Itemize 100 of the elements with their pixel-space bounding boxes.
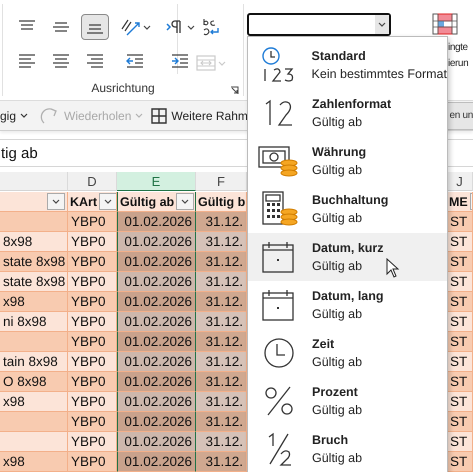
column-header[interactable]: J (447, 172, 473, 191)
table-cell: ST (447, 212, 473, 232)
align-center-icon (51, 53, 71, 69)
table-cell: YBP0 (68, 312, 117, 332)
table-cell: YBP0 (68, 352, 117, 372)
table-cell: ST (447, 252, 473, 272)
menu-item[interactable]: Prozent Gültig ab (248, 377, 447, 425)
table-cell: YBP0 (68, 412, 117, 432)
table-cell: 31.12. (196, 232, 247, 252)
borders-button[interactable]: Weitere Rahm (151, 108, 248, 124)
dialog-launcher-icon[interactable] (230, 86, 239, 95)
table-cell: 31.12. (196, 432, 247, 452)
table-cell: 31.12. (196, 292, 247, 312)
menu-item[interactable]: Buchhaltung Gültig ab (248, 185, 447, 233)
filter-button[interactable] (47, 193, 65, 210)
table-cell: 31.12. (196, 392, 247, 412)
table-cell: YBP0 (68, 292, 117, 312)
table-cell: YBP0 (68, 452, 117, 472)
header-text: KArt (70, 194, 98, 208)
table-cell: ST (447, 272, 473, 292)
indent-decrease-icon (125, 53, 145, 69)
table-cell (0, 332, 68, 352)
table-cell: ST (447, 452, 473, 472)
table-cell: 01.02.2026 (117, 292, 196, 312)
table-cell: 8x98 (0, 232, 68, 252)
table-cell: ST (447, 392, 473, 412)
table-cell: 31.12. (196, 412, 247, 432)
table-cell: 01.02.2026 (117, 312, 196, 332)
table-cell: state 8x98 (0, 252, 68, 272)
caret-icon (104, 199, 112, 204)
table-cell: YBP0 (68, 332, 117, 352)
menu-item[interactable]: Bruch Gültig ab (248, 425, 447, 472)
table-cell: 01.02.2026 (117, 232, 196, 252)
ribbon-button[interactable]: en un (448, 102, 473, 130)
table-cell: ST (447, 372, 473, 392)
table-cell: 01.02.2026 (117, 412, 196, 432)
clock-icon (262, 336, 296, 370)
table-cell: ST (447, 412, 473, 432)
group-label: Ausrichtung (91, 81, 155, 95)
table-cell: 01.02.2026 (117, 432, 196, 452)
header-text: Gültig b (198, 194, 246, 208)
table-cell: 31.12. (196, 352, 247, 372)
ribbon-label: ingte (448, 42, 468, 53)
table-cell: tain 8x98 (0, 352, 68, 372)
table-cell: ST (447, 312, 473, 332)
text-angle-icon (119, 17, 141, 37)
alignment-button[interactable] (81, 14, 109, 40)
merge-cells-icon (196, 55, 216, 71)
table-cell: state 8x98 (0, 272, 68, 292)
menu-item[interactable]: Standard Kein bestimmtes Format (248, 41, 447, 89)
column-header[interactable]: D (68, 172, 117, 191)
formula-text: tig ab (0, 144, 38, 162)
table-cell (0, 412, 68, 432)
table-cell: 01.02.2026 (117, 372, 196, 392)
conditional-formatting-icon[interactable] (432, 13, 458, 35)
caret-icon (20, 113, 28, 118)
quick-dropdown[interactable]: gig (0, 108, 28, 123)
table-cell: 31.12. (196, 272, 247, 292)
table-cell: 31.12. (196, 372, 247, 392)
table-cell: YBP0 (68, 432, 117, 452)
table-cell: x98 (0, 392, 68, 412)
table-cell: YBP0 (68, 372, 117, 392)
column-header[interactable]: E (117, 172, 196, 191)
table-cell: YBP0 (68, 212, 117, 232)
filter-button[interactable] (176, 193, 194, 210)
menu-item[interactable]: Zeit Gültig ab (248, 329, 447, 377)
menu-item[interactable]: Datum, lang Gültig ab (248, 281, 447, 329)
caret-icon (378, 22, 386, 27)
caret-icon (143, 24, 151, 30)
indent-increase-icon (170, 53, 190, 69)
filter-button[interactable] (99, 193, 116, 210)
table-cell: x98 (0, 452, 68, 472)
table-cell: YBP0 (68, 252, 117, 272)
table-cell (0, 432, 68, 452)
borders-icon (151, 108, 168, 124)
table-cell: 31.12. (196, 332, 247, 352)
menu-item[interactable]: Datum, kurz Gültig ab (248, 233, 447, 281)
menu-item[interactable]: Währung Gültig ab (248, 137, 447, 185)
table-cell: O 8x98 (0, 372, 68, 392)
table-cell: ni 8x98 (0, 312, 68, 332)
ribbon-label: ierun (448, 58, 468, 69)
table-cell: x98 (0, 292, 68, 312)
table-cell: 01.02.2026 (117, 452, 196, 472)
align-right-icon (85, 53, 105, 69)
header-text: ME (449, 194, 468, 208)
table-cell: ST (447, 352, 473, 372)
table-cell: 01.02.2026 (117, 212, 196, 232)
table-cell: 01.02.2026 (117, 352, 196, 372)
table-cell: 31.12. (196, 312, 247, 332)
table-cell: 31.12. (196, 452, 247, 472)
table-cell: YBP0 (68, 272, 117, 292)
table-cell: ST (447, 232, 473, 252)
align-left-icon (17, 53, 37, 69)
column-header[interactable]: F (196, 172, 247, 191)
number-format-field[interactable] (247, 13, 391, 36)
table-cell: 01.02.2026 (117, 272, 196, 292)
table-cell: 31.12. (196, 212, 247, 232)
caret-icon (187, 24, 195, 30)
mouse-pointer-icon (386, 258, 400, 278)
menu-item[interactable]: Zahlenformat Gültig ab (248, 89, 447, 137)
